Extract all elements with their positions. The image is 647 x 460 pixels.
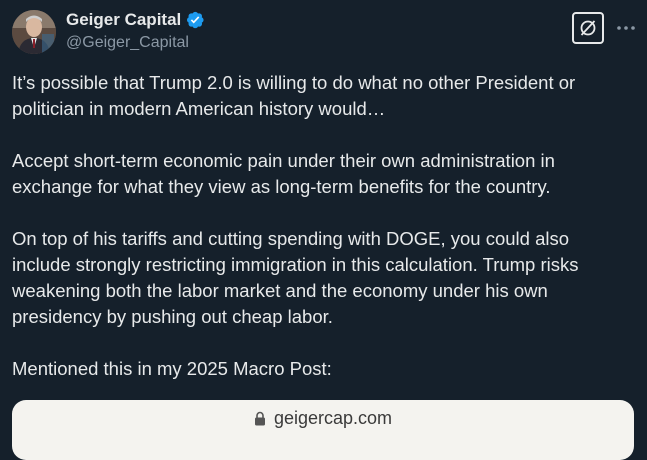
verified-badge-icon <box>187 11 204 29</box>
tweet-paragraph: It’s possible that Trump 2.0 is willing … <box>12 72 576 119</box>
avatar[interactable] <box>12 10 56 54</box>
tweet-paragraph: On top of his tariffs and cutting spendi… <box>12 228 579 327</box>
grok-button[interactable] <box>572 12 604 44</box>
tweet-text: It’s possible that Trump 2.0 is willing … <box>12 70 632 382</box>
author-name-row: Geiger Capital <box>66 9 205 31</box>
more-horizontal-icon <box>617 26 635 30</box>
author-display-name[interactable]: Geiger Capital <box>66 10 181 30</box>
lock-icon <box>254 411 265 426</box>
grok-icon <box>580 20 596 36</box>
tweet-paragraph: Accept short-term economic pain under th… <box>12 150 555 197</box>
tweet-paragraph: Mentioned this in my 2025 Macro Post: <box>12 358 332 379</box>
avatar-image <box>12 10 56 54</box>
link-preview-card[interactable]: geigercap.com <box>12 400 634 460</box>
author-handle[interactable]: @Geiger_Capital <box>66 34 189 52</box>
link-url-bar: geigercap.com <box>12 408 634 429</box>
link-domain: geigercap.com <box>273 408 393 428</box>
more-button[interactable] <box>612 14 640 42</box>
